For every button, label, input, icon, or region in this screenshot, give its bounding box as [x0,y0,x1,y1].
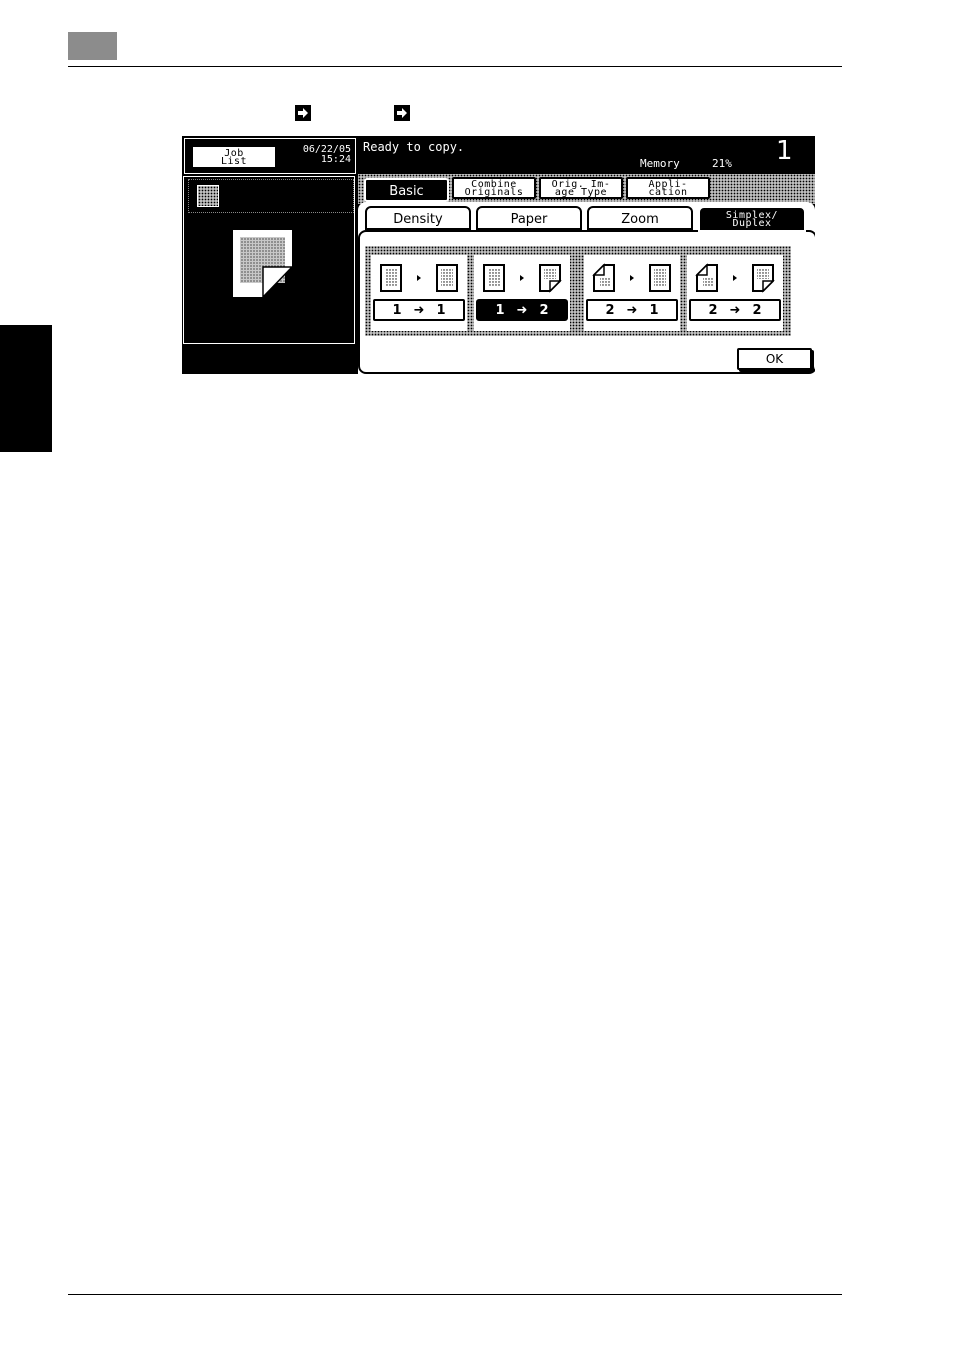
preview-pane [183,176,355,344]
memory-value: 21% [712,157,732,170]
mode-from: 2 [708,302,718,318]
ok-button[interactable]: OK [737,348,812,370]
mode-to: 2 [539,302,549,318]
header-rule [68,66,842,67]
job-info-bar: Job List 06/22/05 15:24 [184,138,356,174]
copy-count: 1 [776,136,793,166]
tab-label-line2: age Type [554,187,608,198]
tab-combine-originals[interactable]: Combine Originals [452,177,536,199]
original-thumbnail-icon [197,185,219,207]
simplex-to-duplex-icon [483,264,562,293]
tab-paper[interactable]: Paper [476,206,582,230]
duplex-option-2-2[interactable]: 2 ➜ 2 [687,255,783,331]
duplex-mode-button[interactable]: 1 ➜ 1 [373,299,465,321]
duplex-mode-button[interactable]: 2 ➜ 1 [586,299,678,321]
arrow-right-icon: ➜ [729,302,741,318]
tab-label-line2: Duplex [732,218,772,229]
ok-label: OK [765,352,784,366]
tab-basic-label: Basic [389,184,424,199]
tab-simplex-duplex[interactable]: Simplex/ Duplex [698,206,806,232]
memory-label: Memory [640,157,680,170]
duplex-to-simplex-icon [592,263,671,292]
job-list-label-line2: List [220,156,248,167]
mode-from: 1 [392,302,402,318]
arrow-right-icon: ➜ [516,302,528,318]
tab-label-line2: Originals [464,187,524,198]
time-text: 15:24 [320,154,351,165]
arrow-right-icon [394,105,410,121]
tab-density-label: Density [393,212,443,227]
job-list-button[interactable]: Job List [191,145,277,169]
tab-basic[interactable]: Basic [364,178,449,202]
status-message: Ready to copy. [363,140,465,154]
tab-label-line2: cation [648,187,688,198]
mode-to: 1 [436,302,446,318]
page-preview-icon [232,229,294,303]
tab-paper-label: Paper [510,212,548,227]
chapter-number-box [68,32,117,60]
chapter-side-tab [0,325,52,452]
mode-to: 1 [649,302,659,318]
duplex-option-1-1[interactable]: 1 ➜ 1 [371,255,467,331]
duplex-option-1-2[interactable]: 1 ➜ 2 [474,255,570,331]
tab-density[interactable]: Density [365,206,471,230]
arrow-right-icon: ➜ [626,302,638,318]
tab-orig-image-type[interactable]: Orig. Im- age Type [539,177,623,199]
arrow-right-icon: ➜ [413,302,425,318]
duplex-mode-button[interactable]: 2 ➜ 2 [689,299,781,321]
tab-zoom[interactable]: Zoom [587,206,693,230]
mode-to: 2 [752,302,762,318]
mode-from: 1 [495,302,505,318]
duplex-to-duplex-icon [695,263,775,293]
tab-application[interactable]: Appli- cation [626,177,710,199]
footer-rule [68,1294,842,1295]
tab-zoom-label: Zoom [621,212,659,227]
duplex-mode-button-selected[interactable]: 1 ➜ 2 [476,299,568,321]
copier-control-panel: Job List 06/22/05 15:24 Ready to copy. M… [182,136,815,374]
mode-from: 2 [605,302,615,318]
datetime: 06/22/05 15:24 [281,145,351,165]
duplex-option-2-1[interactable]: 2 ➜ 1 [584,255,680,331]
arrow-right-icon [295,105,311,121]
simplex-to-simplex-icon [380,264,458,292]
